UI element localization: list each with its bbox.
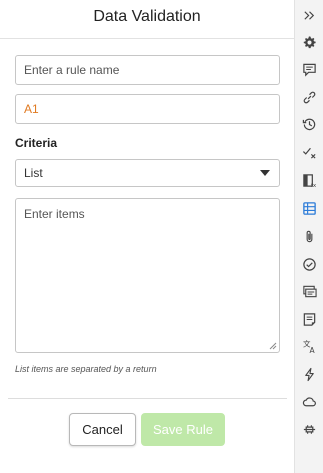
- resize-grip-icon[interactable]: [269, 342, 277, 350]
- check-circle-icon[interactable]: [301, 256, 318, 273]
- cloud-icon[interactable]: [301, 393, 318, 410]
- items-hint: List items are separated by a return: [15, 364, 157, 374]
- collapse-chevrons-icon[interactable]: [301, 7, 318, 24]
- caret-down-icon: [260, 170, 270, 176]
- range-value: A1: [24, 102, 39, 116]
- gear-icon[interactable]: [301, 34, 318, 51]
- comment-icon[interactable]: [301, 61, 318, 78]
- rule-name-input[interactable]: Enter a rule name: [15, 55, 280, 85]
- items-textarea[interactable]: Enter items: [15, 198, 280, 353]
- right-toolbar: fx 文A: [294, 0, 323, 473]
- panel-title: Data Validation: [93, 8, 201, 25]
- checkmark-x-icon[interactable]: [301, 144, 318, 161]
- history-icon[interactable]: [301, 116, 318, 133]
- connector-icon[interactable]: [301, 421, 318, 438]
- data-validation-icon[interactable]: [301, 200, 318, 217]
- rule-name-placeholder: Enter a rule name: [24, 63, 120, 77]
- lightning-icon[interactable]: [301, 366, 318, 383]
- svg-text:fx: fx: [311, 183, 317, 188]
- criteria-select[interactable]: List: [15, 159, 280, 187]
- criteria-selected-value: List: [24, 166, 43, 180]
- attachment-icon[interactable]: [301, 228, 318, 245]
- footer-divider: [8, 398, 287, 399]
- title-divider: [0, 38, 294, 39]
- cancel-button[interactable]: Cancel: [69, 413, 136, 446]
- range-input[interactable]: A1: [15, 94, 280, 124]
- formula-icon[interactable]: fx: [301, 172, 318, 189]
- criteria-label: Criteria: [15, 136, 58, 150]
- notes-icon[interactable]: [301, 311, 318, 328]
- svg-text:A: A: [310, 346, 316, 354]
- data-validation-panel: Data Validation Enter a rule name A1 Cri…: [0, 0, 294, 473]
- items-placeholder: Enter items: [24, 207, 85, 221]
- link-icon[interactable]: [301, 89, 318, 106]
- app-root: Data Validation Enter a rule name A1 Cri…: [0, 0, 323, 473]
- save-rule-button[interactable]: Save Rule: [141, 413, 225, 446]
- translate-icon[interactable]: 文A: [301, 338, 318, 355]
- cards-icon[interactable]: [301, 283, 318, 300]
